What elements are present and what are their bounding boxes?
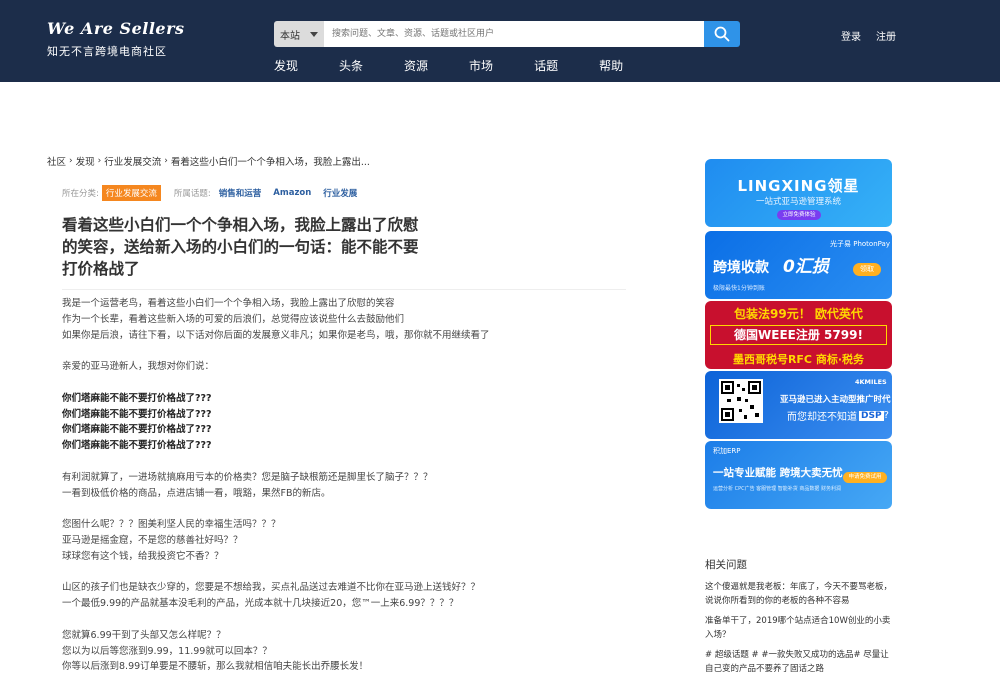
logo-subtitle: 知无不言跨境电商社区 (47, 45, 167, 58)
body-line: 有利润就算了，一进场就搞麻用亏本的价格卖？您是脑子缺根筋还是脚里长了脑子？？？ (62, 471, 433, 483)
main-nav: 发现 头条 资源 市场 话题 帮助 (274, 57, 664, 74)
related-question-link[interactable]: 这个傻逼就是我老板：年底了，今天不要骂老板，说说你所看到的你的老板的各种不容易 (705, 580, 895, 608)
breadcrumb-category[interactable]: 行业发展交流 (104, 154, 161, 168)
ad-badge: DSP (859, 410, 884, 421)
related-question-link[interactable]: # 超级话题 # #一款失败又成功的选品# 尽量让自己变的产品不要养了固话之路 (705, 648, 895, 676)
body-line: 山区的孩子们也是缺衣少穿的，您要是不想给我，买点礼品送过去难道不比你在亚马逊上送… (62, 582, 481, 594)
body-line: 您以为以后等您涨到9.99，11.99就可以回本？？ (62, 645, 272, 657)
ad-banner-4kmiles[interactable]: 4KMILES 亚马逊已进入主动型推广时代 而您却还不知道 DSP ? (705, 371, 892, 439)
body-line: 您就算6.99干到了头部又怎么样呢？？ (62, 629, 226, 641)
ad-headline: 跨境收款 (713, 260, 769, 276)
login-link[interactable]: 登录 (841, 28, 861, 43)
nav-discover[interactable]: 发现 (274, 57, 298, 74)
ad-cta: 立即免费体验 (777, 210, 821, 220)
ad-line-text: 而您却还不知道 (787, 412, 857, 423)
search-input[interactable] (324, 21, 704, 47)
register-link[interactable]: 注册 (876, 28, 896, 43)
nav-resources[interactable]: 资源 (404, 57, 428, 74)
ad-accent: 0汇损 (783, 257, 829, 277)
topics-label: 所属话题: (173, 189, 211, 199)
related-questions-heading: 相关问题 (705, 559, 747, 571)
topic-tag[interactable]: 销售和运营 (219, 187, 262, 199)
post-body: 我是一个运营老鸟，看着这些小白们一个个争相入场，我脸上露出了欣慰的笑容 作为一个… (62, 296, 622, 675)
breadcrumb-community[interactable]: 社区 (47, 154, 66, 168)
ad-brand: 积加ERP (713, 447, 741, 455)
search-button[interactable] (704, 21, 740, 47)
ad-banner-compliance[interactable]: 包装法99元！ 欧代英代 德国WEEE注册 5799! 墨西哥税号RFC 商标·… (705, 301, 892, 369)
search-scope-label: 本站 (280, 30, 300, 42)
body-line: 我是一个运营老鸟，看着这些小白们一个个争相入场，我脸上露出了欣慰的笑容 (62, 298, 395, 309)
body-bold-line: 你们塔麻能不能不要打价格战了??? (62, 424, 212, 436)
ad-brand: 4KMILES (855, 378, 887, 386)
chevron-right-icon: › (69, 156, 73, 166)
breadcrumb-current: 看着这些小白们一个个争相入场，我脸上露出... (170, 157, 370, 168)
logo-title[interactable]: We Are Sellers (47, 19, 185, 38)
body-bold-line: 你们塔麻能不能不要打价格战了??? (62, 392, 212, 404)
post-meta: 所在分类: 行业发展交流 所属话题: 销售和运营 Amazon 行业发展 (62, 185, 357, 201)
nav-topics[interactable]: 话题 (534, 57, 558, 74)
topic-tag[interactable]: Amazon (273, 188, 311, 198)
body-line: 一看到极低价格的商品，点进店铺一看，哦豁，果然FB的新店。 (62, 487, 331, 499)
ad-cta: 申请免费试用 (843, 472, 887, 483)
ad-tagline: 一站式亚马逊管理系统 (755, 197, 841, 207)
topic-tag[interactable]: 行业发展 (323, 187, 357, 199)
body-line: 如果你是后浪，请往下看，以下话对你后面的发展意义非凡；如果你是老鸟，哦，那你就不… (62, 329, 490, 341)
body-line: 您图什么呢？？？图美利坚人民的幸福生活吗？？？ (62, 519, 281, 531)
ad-banner-jijia[interactable]: 积加ERP 一站专业赋能 跨境大卖无忧 运营分析 CPC广告 客服管理 智能补货… (705, 441, 892, 509)
qr-code-icon (719, 379, 763, 423)
title-divider (62, 289, 626, 290)
body-bold-line: 你们塔麻能不能不要打价格战了??? (62, 408, 212, 420)
chevron-down-icon (310, 31, 318, 37)
body-line: 球球您有这个钱，给我投资它不香？？ (62, 550, 224, 562)
nav-market[interactable]: 市场 (469, 57, 493, 74)
ad-banner-lingxing[interactable]: LINGXING领星 一站式亚马逊管理系统 立即免费体验 (705, 159, 892, 227)
ad-sub: 运营分析 CPC广告 客服管理 智能补货 商品数据 财务利润 (713, 486, 841, 492)
nav-help[interactable]: 帮助 (599, 57, 623, 74)
post-title: 看着这些小白们一个个争相入场，我脸上露出了欣慰的笑容，送给新入场的小白们的一句话… (62, 216, 419, 278)
search-scope-select[interactable]: 本站 (274, 21, 324, 47)
chevron-right-icon: › (97, 156, 102, 166)
category-badge[interactable]: 行业发展交流 (101, 185, 161, 201)
body-line: 亚马逊是摇金窟，不是您的慈善社好吗？？ (62, 534, 243, 546)
category-label: 所在分类: (62, 189, 99, 199)
ad-cta: 领取 (853, 263, 881, 276)
nav-headlines[interactable]: 头条 (339, 57, 363, 74)
ad-brand: LINGXING领星 (737, 177, 860, 195)
search-icon (714, 26, 730, 42)
ad-line-end: ? (883, 410, 889, 421)
ad-line: 亚马逊已进入主动型推广时代 (780, 395, 891, 405)
ad-banner-photonpay[interactable]: 跨境收款 0汇损 光子易 PhotonPay 领取 极限最快1分钟到账 (705, 231, 892, 299)
related-questions-list: 这个傻逼就是我老板：年底了，今天不要骂老板，说说你所看到的你的老板的各种不容易 … (705, 580, 895, 678)
ad-line: 包装法99元！ 欧代英代 (734, 307, 863, 321)
body-line: 亲爱的亚马逊新人，我想对你们说： (62, 361, 215, 373)
ad-sub: 极限最快1分钟到账 (713, 285, 765, 292)
top-header: We Are Sellers 知无不言跨境电商社区 本站 发现 头条 资源 市场… (0, 0, 1000, 82)
related-question-link[interactable]: 准备单干了，2019哪个站点适合10W创业的小卖入场？ (705, 614, 895, 642)
ad-line-2: 而您却还不知道 DSP ? (787, 408, 889, 423)
breadcrumb-discover[interactable]: 发现 (76, 154, 95, 168)
breadcrumb: 社区 › 发现 › 行业发展交流 › 看着这些小白们一个个争相入场，我脸上露出.… (47, 154, 370, 168)
body-line: 你等以后涨到8.99订单要是不腰斩，那么我就相信咱夫能长出乔腰长发！ (62, 661, 369, 673)
body-line: 作为一个长辈，看着这些新入场的可爱的后浪们，总觉得应该说些什么去鼓励他们 (62, 313, 405, 325)
search-bar: 本站 (274, 21, 740, 47)
body-line: 一个最低9.99的产品就基本没毛利的产品，光成本就十几块接近20，您™一上来6.… (62, 598, 459, 610)
ad-line: 墨西哥税号RFC 商标·税务 (732, 353, 865, 366)
chevron-right-icon: › (164, 156, 168, 166)
ad-line: 一站专业赋能 跨境大卖无忧 (713, 467, 843, 479)
ad-brand: 光子易 PhotonPay (830, 240, 890, 248)
ad-line: 德国WEEE注册 5799! (710, 325, 887, 345)
body-bold-line: 你们塔麻能不能不要打价格战了??? (62, 440, 212, 452)
